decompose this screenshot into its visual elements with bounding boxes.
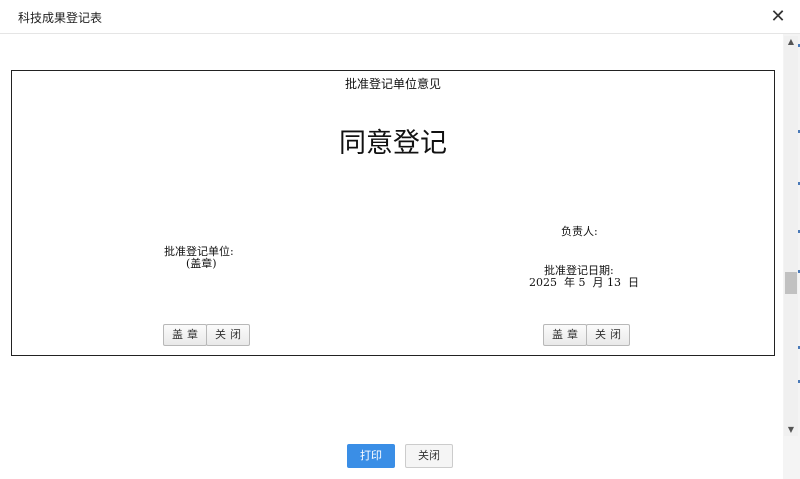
seal-note: (盖章) xyxy=(186,257,217,270)
registration-dialog: 科技成果登记表 ✕ ▲ ▼ 批准登记单位意见 同意登记 批准登记单位: (盖章)… xyxy=(0,0,800,479)
close-button[interactable]: 关闭 xyxy=(405,444,453,468)
right-seal-button[interactable]: 盖章 xyxy=(543,324,587,346)
scroll-up-icon[interactable]: ▲ xyxy=(786,37,796,47)
responsible-person-label: 负责人: xyxy=(561,225,598,238)
approval-date-value: 2025 年 5 月 13 日 xyxy=(529,276,639,289)
approval-opinion-text: 同意登记 xyxy=(339,128,447,159)
right-close-button[interactable]: 关闭 xyxy=(586,324,630,346)
dialog-title: 科技成果登记表 xyxy=(18,11,103,25)
left-seal-button[interactable]: 盖章 xyxy=(163,324,207,346)
dialog-titlebar: 科技成果登记表 ✕ xyxy=(0,0,800,34)
close-icon[interactable]: ✕ xyxy=(768,7,788,27)
section-heading: 批准登记单位意见 xyxy=(344,77,441,91)
scroll-down-icon[interactable]: ▼ xyxy=(786,425,796,435)
vertical-scrollbar[interactable]: ▲ ▼ xyxy=(784,36,798,436)
left-close-button[interactable]: 关闭 xyxy=(206,324,250,346)
approval-opinion-section: 批准登记单位意见 同意登记 批准登记单位: (盖章) 负责人: 批准登记日期: … xyxy=(11,70,775,356)
scroll-thumb[interactable] xyxy=(785,272,797,294)
print-button[interactable]: 打印 xyxy=(347,444,395,468)
